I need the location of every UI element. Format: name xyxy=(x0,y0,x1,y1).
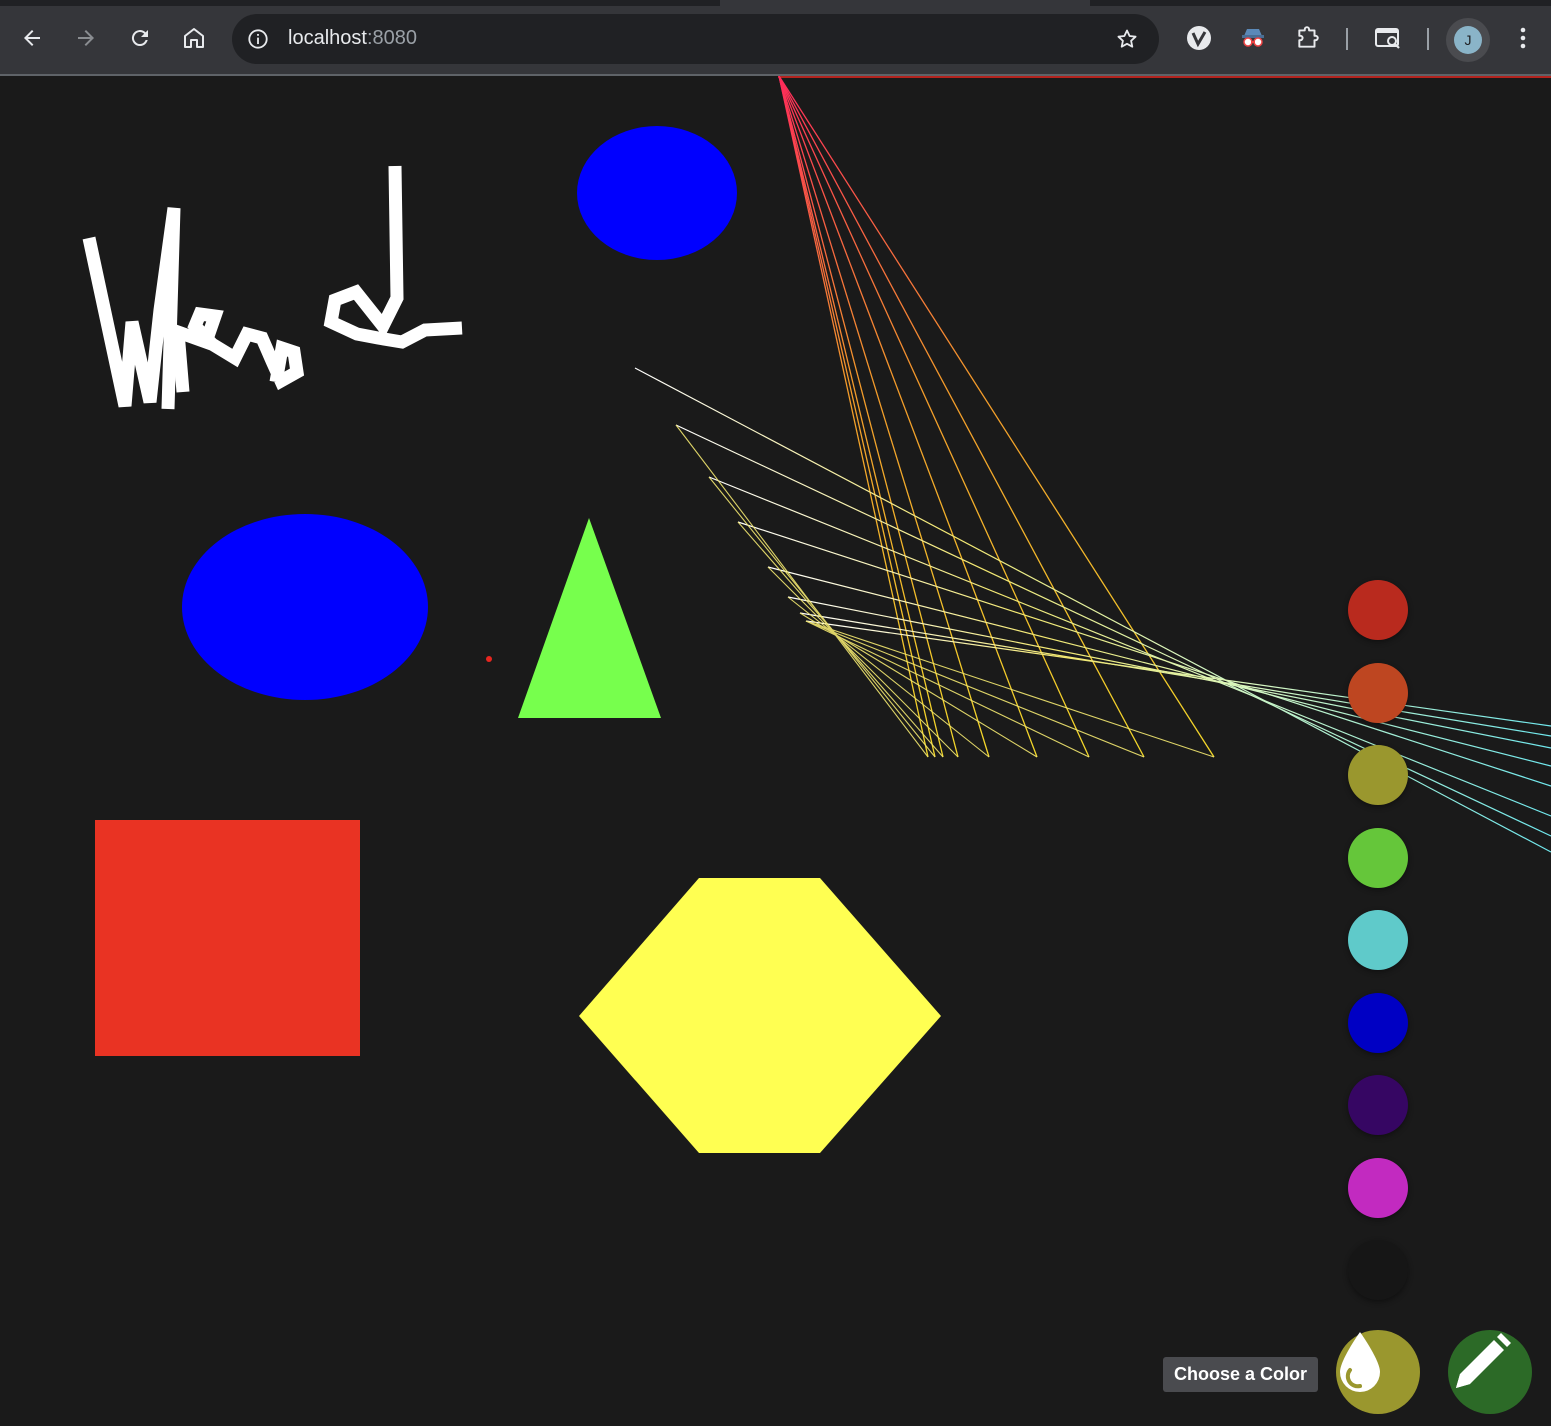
droplet-icon xyxy=(1340,1332,1380,1392)
color-swatch-blue[interactable] xyxy=(1348,993,1408,1053)
color-swatch-red[interactable] xyxy=(1348,580,1408,640)
color-swatch-magenta[interactable] xyxy=(1348,1158,1408,1218)
tab-search-icon xyxy=(1375,28,1400,49)
tab-search-button[interactable] xyxy=(1370,20,1406,56)
bookmark-button[interactable] xyxy=(1113,25,1141,53)
bookmark-star-icon xyxy=(1117,29,1137,48)
green-triangle xyxy=(518,518,661,718)
menu-kebab-icon xyxy=(1520,27,1526,49)
color-swatch-olive[interactable] xyxy=(1348,745,1408,805)
site-info-icon xyxy=(248,29,268,49)
blue-ellipse-left xyxy=(182,514,428,700)
url-port: :8080 xyxy=(366,27,417,49)
back-icon xyxy=(24,30,40,46)
toolbar-separator xyxy=(1346,28,1348,50)
forward-button[interactable] xyxy=(68,20,104,56)
red-dot xyxy=(486,656,492,662)
handwritten-webgl-scribble xyxy=(82,165,463,410)
address-bar[interactable]: localhost:8080 xyxy=(232,14,1159,64)
forward-icon xyxy=(78,30,94,46)
home-button[interactable] xyxy=(176,20,212,56)
reload-icon xyxy=(131,30,148,47)
drawing-surface xyxy=(82,76,1551,1153)
back-button[interactable] xyxy=(14,20,50,56)
color-swatch-black[interactable] xyxy=(1348,1240,1408,1300)
profile-avatar-button[interactable]: J xyxy=(1446,18,1490,62)
choose-color-tooltip: Choose a Color xyxy=(1163,1357,1319,1392)
color-swatch-green[interactable] xyxy=(1348,828,1408,888)
toolbar-separator xyxy=(1427,28,1429,50)
drawing-canvas[interactable]: Choose a Color xyxy=(0,76,1551,1426)
extensions-button[interactable] xyxy=(1290,20,1326,56)
color-swatch-orange[interactable] xyxy=(1348,663,1408,723)
reload-button[interactable] xyxy=(122,20,158,56)
url-host: localhost xyxy=(288,27,367,49)
color-swatch-indigo[interactable] xyxy=(1348,1075,1408,1135)
choose-color-button[interactable] xyxy=(1336,1330,1420,1414)
avatar: J xyxy=(1454,26,1482,54)
browser-chrome: localhost:8080 J xyxy=(0,0,1551,76)
browser-toolbar: localhost:8080 J xyxy=(0,6,1551,76)
color-swatch-cyan[interactable] xyxy=(1348,910,1408,970)
extension-v-button[interactable] xyxy=(1181,20,1217,56)
home-icon xyxy=(184,28,204,48)
site-info-button[interactable] xyxy=(244,25,272,53)
pencil-tool-button[interactable] xyxy=(1448,1330,1532,1414)
gradient-line-fan-side xyxy=(634,367,1551,853)
pencil-icon xyxy=(1456,1333,1511,1388)
extension-spy-icon xyxy=(1242,29,1264,47)
url-text[interactable]: localhost:8080 xyxy=(288,27,417,50)
extension-v-icon xyxy=(1187,26,1211,50)
yellow-hexagon xyxy=(579,878,941,1153)
extensions-puzzle-icon xyxy=(1298,26,1319,48)
menu-button[interactable] xyxy=(1505,20,1541,56)
extension-spy-button[interactable] xyxy=(1235,20,1271,56)
red-square xyxy=(95,820,360,1056)
blue-ellipse-top xyxy=(577,126,737,260)
